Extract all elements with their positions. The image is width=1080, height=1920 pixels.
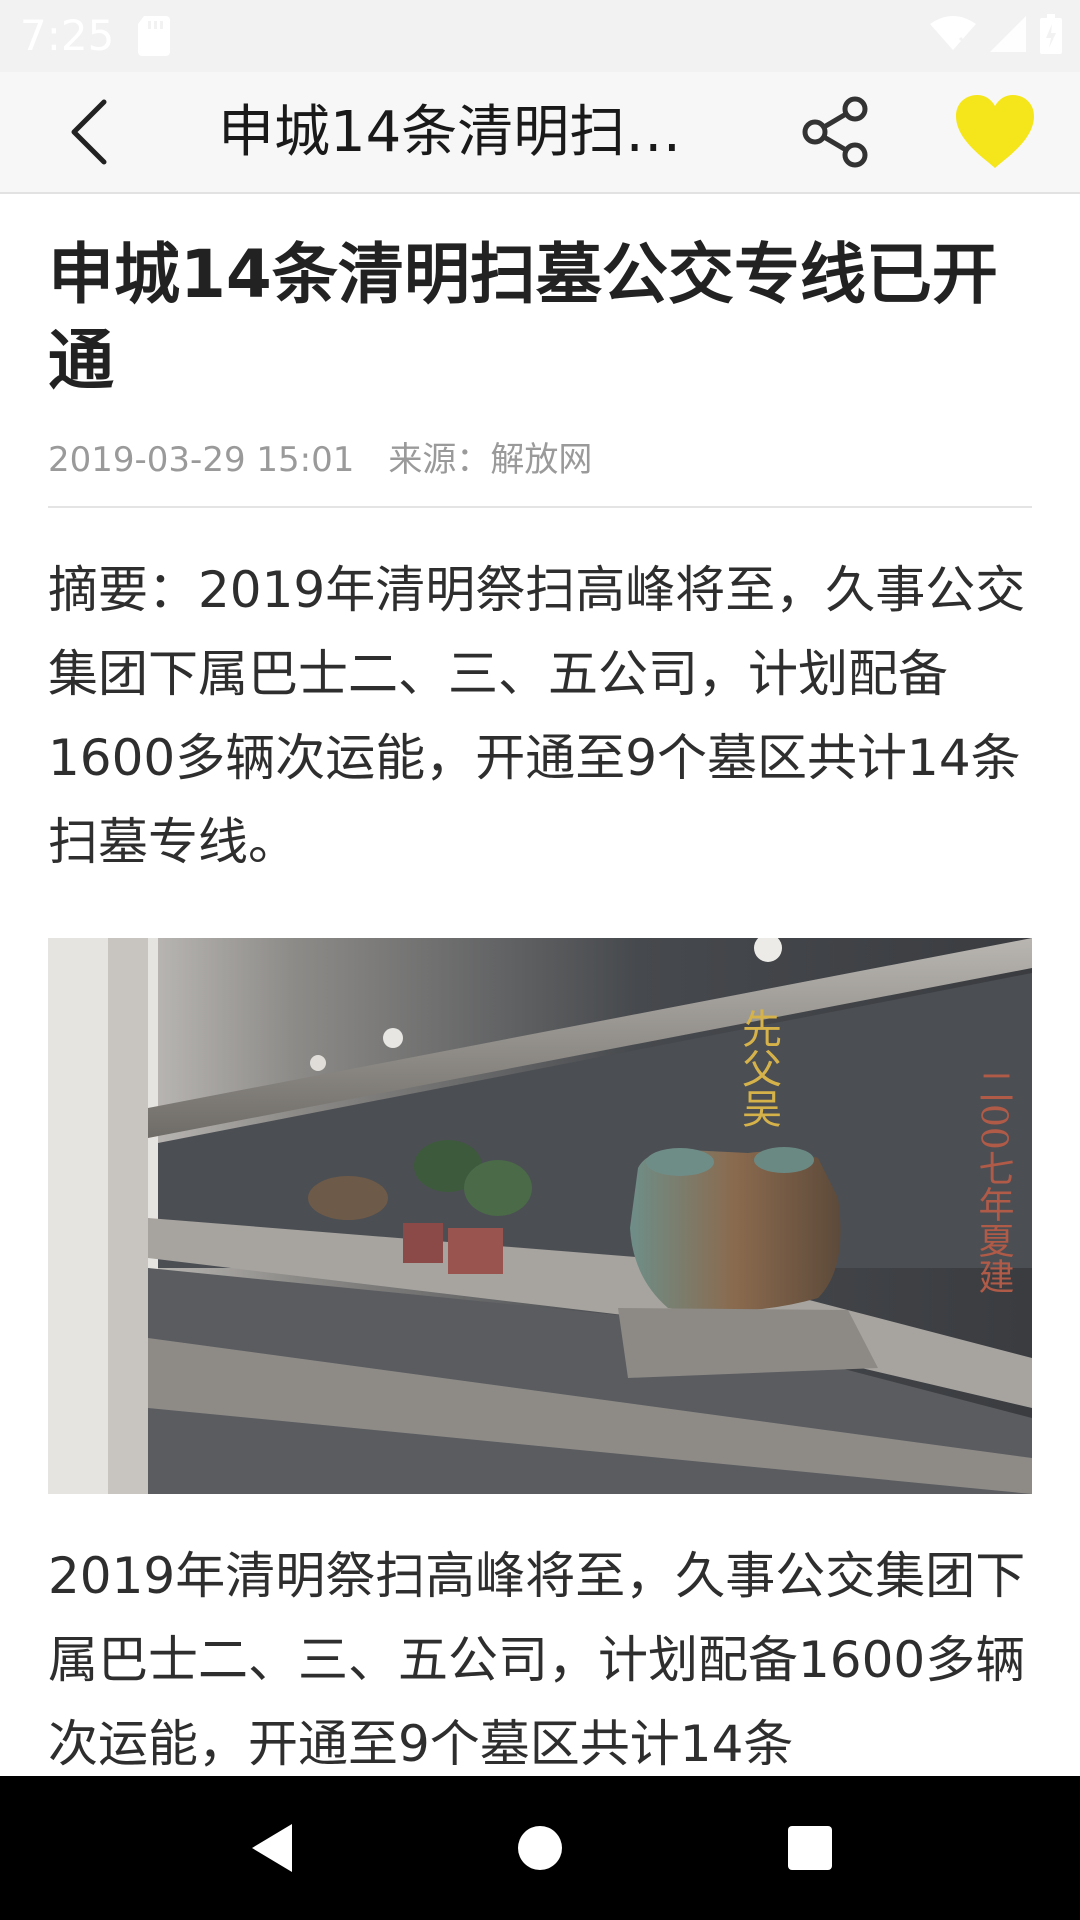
nav-back-button[interactable] [244,1820,300,1876]
article-source: 来源：解放网 [388,440,593,480]
article-photo[interactable]: 先父吴 二00七年夏建 [48,938,1032,1494]
wifi-icon [930,16,976,56]
share-icon [802,96,868,168]
nav-recents-button[interactable] [782,1820,838,1876]
signal-icon [990,16,1026,56]
status-time: 7:25 [20,11,115,60]
divider [48,506,1032,508]
status-bar: 7:25 [0,0,1080,72]
toolbar-title: 申城14条清明扫… [218,100,682,165]
status-icons [930,14,1062,58]
article-body: 2019年清明祭扫高峰将至，久事公交集团下属巴士二、三、五公司，计划配备1600… [48,1547,1026,1773]
inscription-1: 先父吴 [735,1008,781,1128]
article: 申城14条清明扫墓公交专线已开通 2019-03-29 15:01 来源：解放网 … [48,192,1032,1786]
heart-icon [956,95,1034,168]
nav-home-button[interactable] [512,1820,568,1876]
inscription-2: 二00七年夏建 [973,1068,1014,1294]
toolbar: 申城14条清明扫… [0,72,1080,194]
nav-back-icon [252,1824,292,1872]
battery-icon [1040,14,1062,58]
nav-recents-icon [788,1826,832,1870]
share-button[interactable] [798,94,874,170]
back-button[interactable] [52,96,124,168]
app-screen: 7:25 申城14条清明扫… 申城14条清明扫墓公交专线已开通 2019-03-… [0,0,1080,1920]
article-meta: 2019-03-29 15:01 来源：解放网 [48,438,1032,482]
sd-card-icon [138,16,170,56]
navigation-bar [0,1776,1080,1920]
favorite-button[interactable] [952,92,1038,172]
nav-home-icon [518,1826,562,1870]
chevron-left-icon [71,99,107,165]
article-title: 申城14条清明扫墓公交专线已开通 [48,236,998,399]
article-date: 2019-03-29 15:01 [48,440,355,480]
article-summary: 摘要：2019年清明祭扫高峰将至，久事公交集团下属巴士二、三、五公司，计划配备1… [48,561,1026,871]
